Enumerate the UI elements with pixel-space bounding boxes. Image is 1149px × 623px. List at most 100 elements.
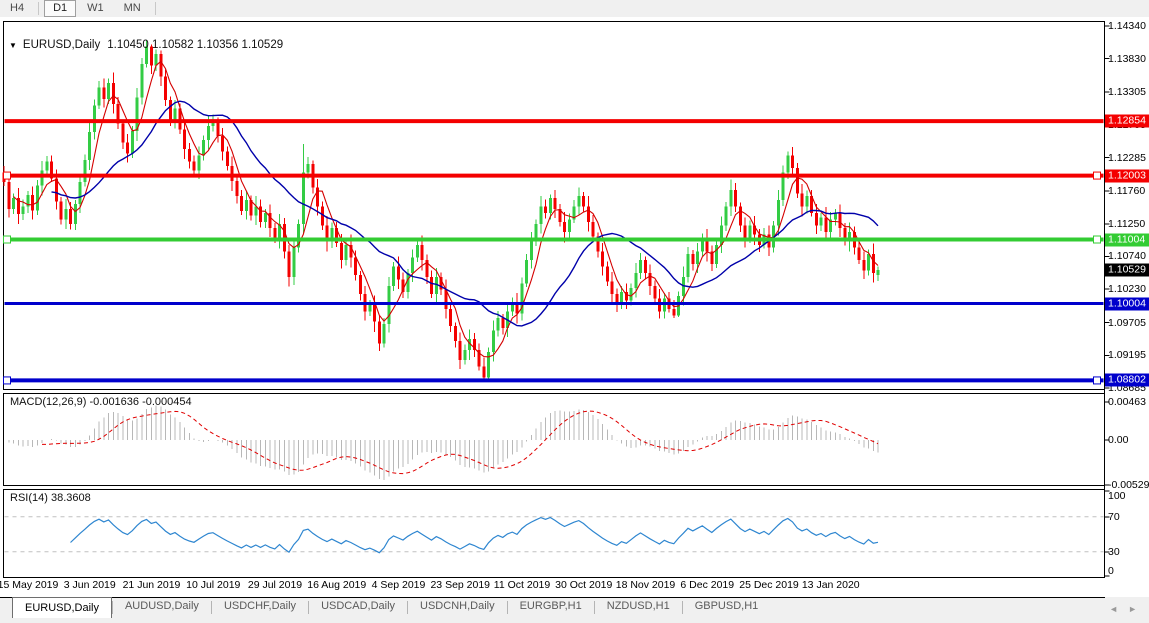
line-handle[interactable] [1094, 377, 1101, 384]
candle-body [235, 181, 238, 196]
candle-body [387, 286, 390, 324]
chart-tab-usdcnh[interactable]: USDCNH,Daily [408, 597, 507, 616]
line-handle[interactable] [1094, 172, 1101, 179]
candle-body [691, 254, 694, 264]
candle-body [663, 299, 666, 312]
chart-tabbar: EURUSD,DailyAUDUSD,DailyUSDCHF,DailyUSDC… [0, 597, 1149, 623]
date-axis-label: 11 Oct 2019 [494, 579, 550, 591]
date-axis-label: 30 Oct 2019 [555, 579, 612, 591]
candle-body [805, 196, 808, 206]
chart-tab-usdcad[interactable]: USDCAD,Daily [309, 597, 407, 616]
candle-body [786, 155, 789, 172]
rsi-axis-label: 70 [1108, 511, 1120, 523]
candle-body [421, 245, 424, 260]
date-axis-label: 3 Jun 2019 [64, 579, 116, 591]
candle-body [126, 142, 129, 153]
price-axis-badge: 1.10529 [1105, 263, 1149, 276]
candle-body [216, 121, 219, 136]
chart-tab-eurgbp[interactable]: EURGBP,H1 [508, 597, 594, 616]
candle-body [164, 77, 167, 101]
candle-body [815, 213, 818, 226]
chart-tab-eurusd[interactable]: EURUSD,Daily [12, 597, 112, 618]
date-axis-label: 13 Jan 2020 [802, 579, 860, 591]
line-handle[interactable] [4, 377, 11, 384]
candle-body [777, 200, 780, 226]
date-axis-label: 4 Sep 2019 [372, 579, 426, 591]
candle-body [254, 206, 257, 215]
candle-body [563, 222, 566, 232]
candle-body [501, 318, 504, 328]
candle-body [340, 243, 343, 260]
candle-body [644, 260, 647, 273]
candle-body [554, 198, 557, 209]
candle-body [174, 109, 177, 120]
tab-scroll-left-icon[interactable]: ◄ [1109, 604, 1118, 614]
timeframe-button-w1[interactable]: W1 [78, 0, 113, 17]
price-axis-label: 1.09705 [1108, 317, 1146, 329]
candle-body [463, 350, 466, 360]
candle-body [245, 200, 248, 211]
candle-body [877, 270, 880, 275]
tab-scroll-right-icon[interactable]: ► [1128, 604, 1137, 614]
candle-body [288, 251, 291, 277]
timeframe-button-h4[interactable]: H4 [1, 0, 33, 17]
candle-body [672, 309, 675, 315]
date-axis-label: 25 Dec 2019 [739, 579, 799, 591]
price-axis-label: 1.12285 [1108, 152, 1146, 164]
toolbar-separator [155, 2, 156, 15]
candle-body [188, 149, 191, 162]
date-axis-label: 15 May 2019 [0, 579, 58, 591]
price-axis-label: 1.11760 [1108, 185, 1145, 197]
candle-body [539, 206, 542, 223]
candle-body [131, 131, 134, 153]
candle-body [449, 309, 452, 326]
chart-tab-nzdusd[interactable]: NZDUSD,H1 [595, 597, 682, 616]
chart-ohlc-values: 1.10450 1.10582 1.10356 1.10529 [107, 39, 283, 51]
price-axis-label: 1.11250 [1108, 218, 1145, 230]
chart-tab-audusd[interactable]: AUDUSD,Daily [113, 597, 211, 616]
candle-body [687, 254, 690, 277]
candle-body [658, 299, 661, 312]
candle-body [259, 206, 262, 221]
line-handle[interactable] [1094, 236, 1101, 243]
chart-tab-gbpusd[interactable]: GBPUSD,H1 [683, 597, 771, 616]
candle-body [93, 105, 96, 132]
candle-body [791, 155, 794, 168]
candle-body [31, 195, 34, 210]
candle-body [739, 206, 742, 225]
chart-symbol-period: EURUSD,Daily [23, 39, 100, 51]
line-handle[interactable] [4, 172, 11, 179]
candle-body [22, 206, 25, 214]
candle-body [45, 162, 48, 171]
date-axis-label: 18 Nov 2019 [616, 579, 676, 591]
candle-body [197, 155, 200, 170]
candle-body [292, 247, 295, 276]
macd-axis-label: 0.00 [1108, 434, 1128, 446]
candle-body [748, 226, 751, 239]
candle-body [7, 182, 10, 209]
candle-body [634, 273, 637, 288]
rsi-axis-label: 0 [1108, 565, 1114, 577]
candle-body [696, 251, 699, 264]
line-handle[interactable] [4, 236, 11, 243]
candle-body [316, 187, 319, 206]
tab-scroll-arrows: ◄ ► [1109, 604, 1137, 614]
timeframe-button-d1[interactable]: D1 [44, 0, 76, 17]
candle-body [183, 130, 186, 149]
candle-body [867, 254, 870, 271]
candle-body [715, 245, 718, 264]
candle-body [359, 275, 362, 294]
price-axis-badge: 1.11004 [1105, 233, 1149, 246]
chart-dropdown-icon[interactable]: ▼ [9, 41, 17, 50]
candle-body [858, 247, 861, 260]
chart-tab-usdchf[interactable]: USDCHF,Daily [212, 597, 308, 616]
candle-body [582, 196, 585, 206]
candle-body [497, 318, 500, 331]
candle-body [121, 123, 124, 142]
chart-canvas[interactable] [0, 17, 1149, 597]
timeframe-button-mn[interactable]: MN [115, 0, 150, 17]
candle-body [41, 171, 44, 186]
macd-indicator-label: MACD(12,26,9) -0.001636 -0.000454 [10, 396, 192, 408]
candle-body [824, 217, 827, 232]
candle-body [64, 209, 67, 219]
